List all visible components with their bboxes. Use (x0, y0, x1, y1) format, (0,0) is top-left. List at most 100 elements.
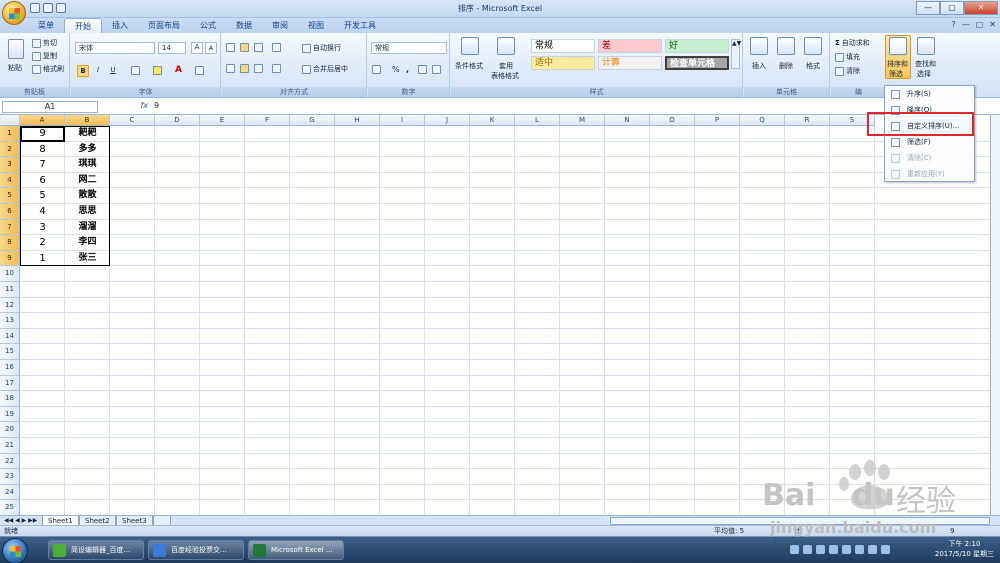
phonetic-button[interactable] (195, 66, 206, 75)
tray-icon[interactable] (842, 545, 851, 554)
percent-button[interactable]: % (392, 65, 400, 74)
tab-home[interactable]: 开始 (64, 18, 102, 33)
style-neutral[interactable]: 适中 (531, 56, 595, 70)
styles-scroll-button[interactable]: ▲▼ (731, 39, 741, 69)
row-header-12[interactable]: 12 (0, 297, 20, 314)
name-box[interactable]: A1 (2, 101, 98, 113)
increase-decimal-button[interactable] (418, 65, 429, 74)
indent-button[interactable] (272, 64, 283, 73)
format-cells-icon[interactable] (804, 37, 822, 55)
minimize-button[interactable]: — (916, 1, 940, 15)
row-header-11[interactable]: 11 (0, 282, 20, 298)
tray-icon[interactable] (829, 545, 838, 554)
column-header-o[interactable]: O (650, 115, 695, 126)
tab-menu[interactable]: 菜单 (28, 18, 64, 33)
font-color-button[interactable]: A (175, 65, 182, 75)
fx-icon[interactable]: fx (104, 101, 148, 113)
table-format-label-1[interactable]: 套用 (499, 61, 513, 71)
align-center-button[interactable] (240, 64, 251, 73)
clear-button[interactable]: 清除 (835, 66, 860, 76)
tray-icon[interactable] (790, 545, 799, 554)
style-calculation[interactable]: 计算 (598, 56, 662, 70)
row-header-6[interactable]: 6 (0, 204, 20, 220)
ribbon-close-icon[interactable]: ✕ (989, 20, 996, 29)
border-button[interactable] (131, 66, 142, 75)
cut-button[interactable]: 剪切 (32, 38, 57, 48)
format-cells-button[interactable]: 格式 (806, 61, 820, 71)
fill-color-button[interactable] (153, 66, 164, 75)
row-header-22[interactable]: 22 (0, 453, 20, 470)
grow-font-button[interactable]: A (191, 42, 203, 54)
row-header-14[interactable]: 14 (0, 328, 20, 345)
row-header-25[interactable]: 25 (0, 500, 20, 515)
comma-button[interactable]: , (406, 65, 409, 74)
column-header-q[interactable]: Q (740, 115, 785, 126)
column-header-i[interactable]: I (380, 115, 425, 126)
row-header-13[interactable]: 13 (0, 313, 20, 329)
tab-formulas[interactable]: 公式 (190, 18, 226, 33)
tray-icon[interactable] (881, 545, 890, 554)
number-format-combo[interactable]: 常规 (371, 42, 447, 54)
row-header-7[interactable]: 7 (0, 219, 20, 236)
tab-insert[interactable]: 插入 (102, 18, 138, 33)
menu-item-sort-ascending[interactable]: 升序(S) (887, 87, 974, 102)
start-button[interactable] (2, 538, 28, 563)
tab-developer[interactable]: 开发工具 (334, 18, 386, 33)
find-select-icon[interactable] (917, 37, 935, 55)
taskbar-item-vote[interactable]: 百度经验投票交... (148, 540, 244, 560)
column-header-h[interactable]: H (335, 115, 380, 126)
table-format-icon[interactable] (497, 37, 515, 55)
ribbon-minimize-icon[interactable]: — (962, 20, 970, 29)
taskbar-item-editor[interactable]: 简设编辑器_百度... (48, 540, 144, 560)
align-left-button[interactable] (226, 64, 237, 73)
horizontal-scrollbar[interactable] (610, 517, 990, 525)
column-header-l[interactable]: L (515, 115, 560, 126)
row-header-16[interactable]: 16 (0, 360, 20, 376)
tab-view[interactable]: 视图 (298, 18, 334, 33)
style-bad[interactable]: 差 (598, 39, 662, 53)
insert-cells-button[interactable]: 插入 (752, 61, 766, 71)
row-header-3[interactable]: 3 (0, 157, 20, 173)
help-icon[interactable]: ? (951, 20, 955, 29)
delete-cells-icon[interactable] (777, 37, 795, 55)
column-header-f[interactable]: F (245, 115, 290, 126)
office-button[interactable] (2, 1, 26, 25)
close-button[interactable]: ✕ (964, 1, 998, 15)
row-header-2[interactable]: 2 (0, 141, 20, 158)
paste-icon[interactable] (8, 39, 24, 59)
align-top-button[interactable] (226, 43, 237, 52)
clock[interactable]: 下午 2:10 2017/5/10 星期三 (935, 539, 994, 559)
row-header-9[interactable]: 9 (0, 250, 20, 267)
bold-button[interactable]: B (77, 65, 89, 77)
column-header-n[interactable]: N (605, 115, 650, 126)
column-header-j[interactable]: J (425, 115, 470, 126)
underline-button[interactable]: U (107, 65, 119, 77)
worksheet-grid[interactable]: A B C D E F G H I J K L M N O P Q R S 1 2 3 4 5 6 7 8 9 10 11 12 13 14 15… (0, 115, 1000, 515)
shrink-font-button[interactable]: A (205, 42, 217, 54)
tray-icon[interactable] (803, 545, 812, 554)
zoom-level[interactable]: 9 (950, 526, 954, 536)
menu-item-filter[interactable]: 筛选(F) (887, 135, 974, 150)
taskbar-item-excel[interactable]: Microsoft Excel ... (248, 540, 344, 560)
row-header-23[interactable]: 23 (0, 469, 20, 485)
column-header-m[interactable]: M (560, 115, 605, 126)
align-bottom-button[interactable] (254, 43, 265, 52)
fill-button[interactable]: 填充 (835, 52, 860, 62)
orientation-button[interactable] (272, 43, 283, 52)
row-header-5[interactable]: 5 (0, 188, 20, 204)
font-name-combo[interactable]: 宋体 (75, 42, 155, 54)
merge-center-button[interactable]: 合并后居中 (302, 64, 348, 74)
row-header-20[interactable]: 20 (0, 422, 20, 438)
column-header-r[interactable]: R (785, 115, 830, 126)
format-painter-button[interactable]: 格式刷 (32, 64, 64, 74)
tray-icon[interactable] (868, 545, 877, 554)
formula-input[interactable]: 9 (154, 101, 159, 110)
conditional-format-button[interactable]: 条件格式 (455, 61, 483, 71)
find-select-label-1[interactable]: 查找和 (915, 59, 936, 69)
insert-cells-icon[interactable] (750, 37, 768, 55)
tab-data[interactable]: 数据 (226, 18, 262, 33)
column-header-e[interactable]: E (200, 115, 245, 126)
row-header-17[interactable]: 17 (0, 375, 20, 392)
delete-cells-button[interactable]: 删除 (779, 61, 793, 71)
style-normal[interactable]: 常规 (531, 39, 595, 53)
